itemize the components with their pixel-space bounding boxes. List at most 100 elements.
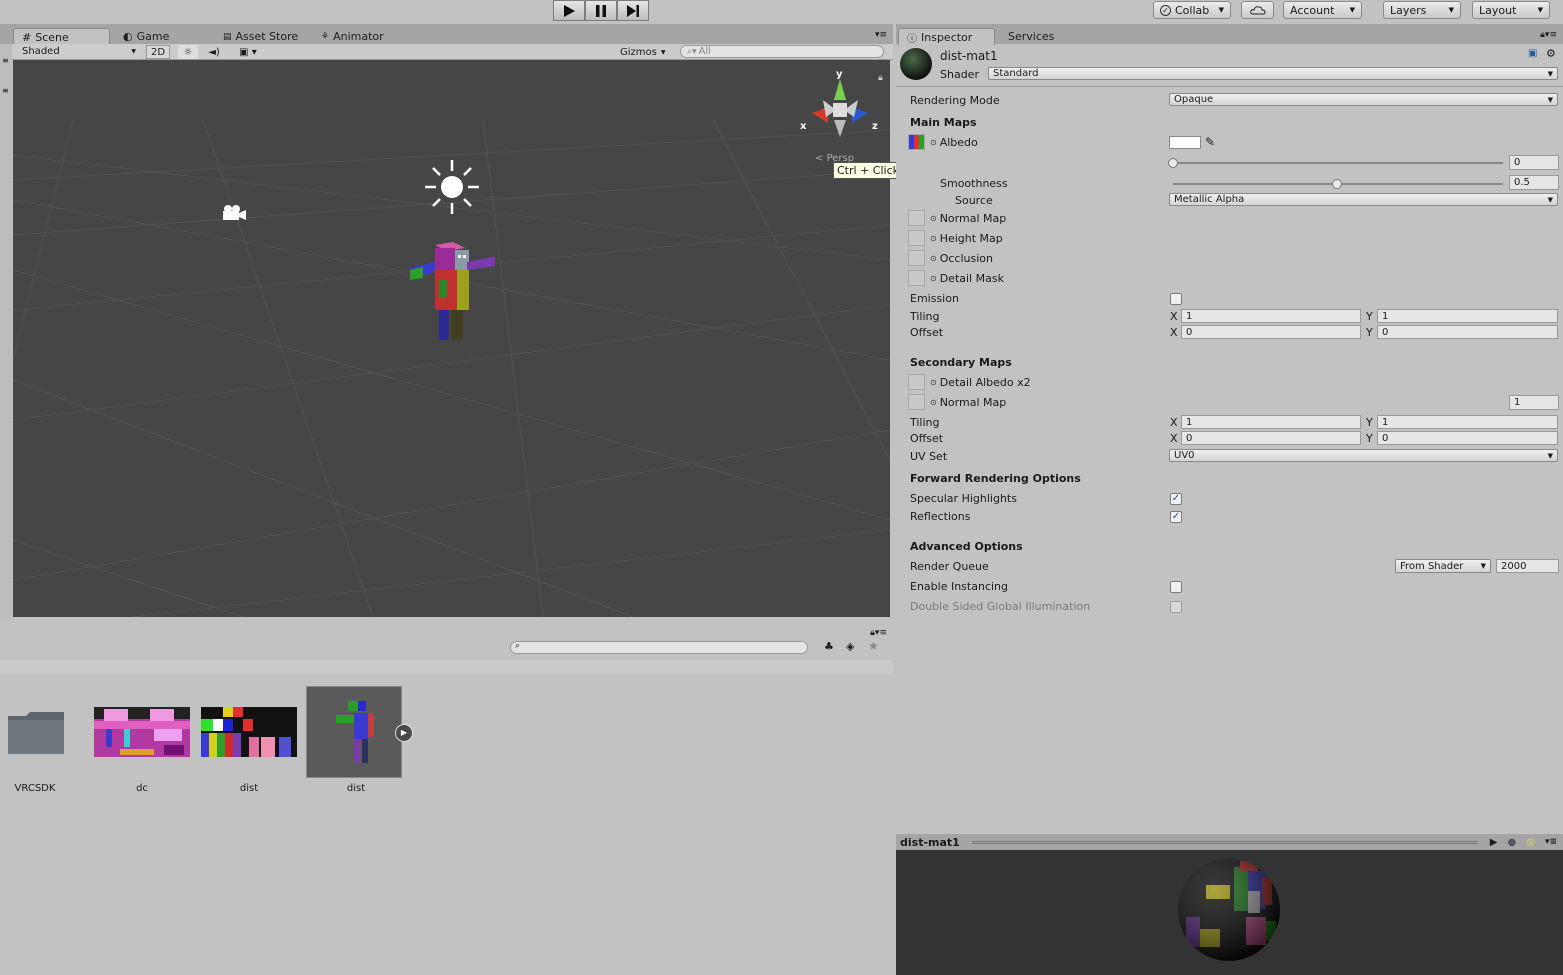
object-picker-icon[interactable]: ⊙ (930, 274, 937, 283)
specular-highlights-checkbox[interactable]: ✓ (1170, 493, 1182, 505)
account-dropdown[interactable]: Account ▼ (1283, 1, 1362, 19)
object-picker-icon[interactable]: ⊙ (930, 234, 937, 243)
gizmos-dropdown[interactable]: Gizmos ▼ (620, 45, 676, 59)
tab-services[interactable]: Services (1000, 28, 1062, 45)
scene-search-input[interactable]: ⌕▾ All (680, 45, 884, 58)
sun-icon: ☼ (183, 46, 193, 58)
orientation-gizmo[interactable]: y x z 🔒︎ (798, 65, 888, 145)
normal-map-slot[interactable] (908, 210, 925, 226)
tiling-y-field[interactable]: 1 (1377, 309, 1558, 323)
tab-game[interactable]: ◐ Game (115, 28, 177, 45)
uv-set-dropdown[interactable]: UV0 ▼ (1169, 449, 1558, 462)
occlusion-slot[interactable] (908, 250, 925, 266)
play-icon[interactable]: ▶ (1490, 837, 1498, 848)
expand-arrow-icon[interactable]: ▶ (395, 724, 413, 742)
panel-menu-icon[interactable]: ▾≡ (1545, 837, 1557, 847)
effects-dropdown[interactable]: ▣ ▾ (232, 45, 264, 59)
filter-type-icon[interactable]: ♣ (824, 640, 834, 653)
cloud-button[interactable] (1241, 1, 1274, 19)
gear-icon[interactable]: ⚙ (1546, 47, 1556, 60)
layers-dropdown[interactable]: Layers ▼ (1383, 1, 1461, 19)
tag-icon[interactable]: ◈ (846, 640, 854, 653)
chevron-down-icon: ▼ (131, 48, 136, 55)
directional-light-icon[interactable] (423, 158, 481, 216)
detail-mask-row: ⊙ Detail Mask (930, 270, 1004, 286)
sphere-icon[interactable]: ● (1507, 837, 1516, 848)
collab-button[interactable]: ✓ Collab ▼ (1153, 1, 1231, 19)
sec-tiling-x-field[interactable]: 1 (1181, 415, 1361, 429)
render-queue-field[interactable]: 2000 (1496, 559, 1559, 573)
menu-icon[interactable]: ≡ (2, 86, 9, 95)
eyedropper-icon[interactable]: ✎ (1205, 135, 1215, 149)
character-model[interactable] (405, 240, 495, 350)
object-picker-icon[interactable]: ⊙ (930, 398, 937, 407)
shading-mode-dropdown[interactable]: Shaded ▼ (18, 44, 140, 59)
star-icon[interactable]: ★ (868, 639, 879, 653)
camera-icon[interactable] (218, 203, 248, 223)
chevron-down-icon: ▼ (660, 48, 666, 56)
offset-y-field[interactable]: 0 (1377, 325, 1558, 339)
panel-menu-icon[interactable]: ▾≡ (875, 30, 887, 40)
help-book-icon[interactable]: ▣ (1528, 48, 1537, 59)
asset-label: VRCSDK (14, 783, 56, 794)
object-picker-icon[interactable]: ⊙ (930, 254, 937, 263)
sec-offset-y-field[interactable]: 0 (1377, 431, 1558, 445)
tab-scene[interactable]: # Scene (13, 28, 110, 45)
lock-icon[interactable]: 🔒︎▾≡ (870, 628, 887, 638)
lock-icon[interactable]: 🔒︎▾≡ (1540, 30, 1557, 40)
chevron-down-icon: ▼ (1547, 69, 1553, 78)
detail-mask-slot[interactable] (908, 270, 925, 286)
height-map-slot[interactable] (908, 230, 925, 246)
lock-icon[interactable]: 🔒︎ (878, 73, 883, 83)
smoothness-value-field[interactable]: 0.5 (1509, 175, 1559, 190)
metallic-value-field[interactable]: 0 (1509, 155, 1559, 170)
albedo-texture-slot[interactable] (908, 134, 925, 150)
pause-button[interactable] (585, 0, 617, 21)
scene-viewport[interactable]: y x z 🔒︎ < Persp (13, 60, 890, 617)
metallic-slider-thumb[interactable] (1168, 158, 1178, 168)
albedo-color-field[interactable] (1169, 136, 1201, 149)
play-button[interactable] (553, 0, 585, 21)
rendering-mode-dropdown[interactable]: Opaque ▼ (1169, 93, 1558, 106)
occlusion-row: ⊙ Occlusion (930, 250, 993, 266)
step-button[interactable] (617, 0, 649, 21)
object-picker-icon[interactable]: ⊙ (930, 138, 937, 147)
shader-dropdown[interactable]: Standard ▼ (988, 67, 1558, 80)
secondary-normal-map-slot[interactable] (908, 394, 925, 410)
detail-albedo-slot[interactable] (908, 374, 925, 390)
sec-tiling-y-field[interactable]: 1 (1377, 415, 1558, 429)
shader-value: Standard (993, 68, 1039, 79)
object-picker-icon[interactable]: ⊙ (930, 214, 937, 223)
divider (896, 86, 1563, 87)
material-preview-sphere[interactable] (1176, 857, 1282, 963)
emission-checkbox[interactable] (1170, 293, 1182, 305)
project-search-input[interactable]: ⌕ (510, 641, 808, 654)
smoothness-slider-thumb[interactable] (1332, 179, 1342, 189)
preview-drag-handle[interactable] (971, 840, 1478, 844)
cloud-icon (1249, 6, 1266, 15)
tiling-x-field[interactable]: 1 (1181, 309, 1361, 323)
offset-x-field[interactable]: 0 (1181, 325, 1361, 339)
lights-icon[interactable]: ◎ (1526, 837, 1535, 848)
asset-model-dist[interactable] (306, 686, 402, 778)
menu-icon[interactable]: ≡ (2, 56, 9, 65)
render-queue-dropdown[interactable]: From Shader ▼ (1395, 559, 1491, 573)
toggle-2d-button[interactable]: 2D (146, 45, 170, 59)
asset-texture-dist[interactable] (199, 686, 299, 760)
source-dropdown[interactable]: Metallic Alpha ▼ (1169, 193, 1558, 206)
tab-asset-store[interactable]: ▤ Asset Store (215, 28, 306, 45)
asset-texture-dc[interactable] (92, 686, 192, 760)
metallic-slider-track[interactable] (1173, 162, 1503, 164)
lighting-toggle[interactable]: ☼ (178, 45, 198, 59)
tab-inspector[interactable]: ⓘ Inspector (898, 28, 995, 45)
layout-dropdown[interactable]: Layout ▼ (1472, 1, 1550, 19)
object-picker-icon[interactable]: ⊙ (930, 378, 937, 387)
reflections-checkbox[interactable]: ✓ (1170, 511, 1182, 523)
tab-animator[interactable]: ⚘ Animator (313, 28, 392, 45)
asset-folder[interactable] (0, 686, 86, 761)
audio-toggle[interactable]: ◄) (204, 45, 224, 59)
sec-offset-x-field[interactable]: 0 (1181, 431, 1361, 445)
enable-instancing-checkbox[interactable] (1170, 581, 1182, 593)
secondary-normal-scale-field[interactable]: 1 (1509, 395, 1559, 410)
gizmos-label: Gizmos (620, 46, 657, 58)
